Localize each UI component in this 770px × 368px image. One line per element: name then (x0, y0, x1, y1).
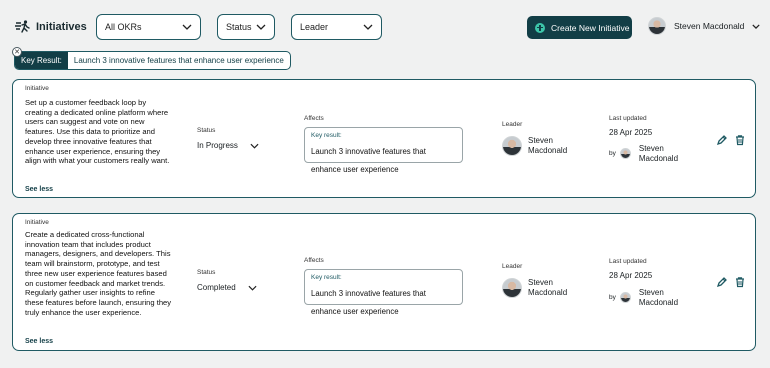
leader-avatar (502, 136, 522, 156)
initiative-label: Initiative (25, 219, 49, 226)
updated-by-last-name: Macdonald (638, 153, 679, 163)
see-less-link[interactable]: See less (25, 338, 53, 345)
okr-filter-value: All OKRs (105, 22, 142, 32)
leader-name: Steven Macdonald (528, 278, 567, 297)
initiative-card: Initiative Set up a customer feedback lo… (12, 79, 756, 198)
delete-trash-icon[interactable] (734, 134, 746, 146)
affects-label: Affects (304, 115, 324, 122)
initiative-description: Set up a customer feedback loop by creat… (25, 98, 170, 166)
status-label: Status (197, 127, 216, 134)
runner-logo-icon (15, 20, 30, 33)
leader-name: Steven Macdonald (528, 136, 567, 155)
user-avatar (648, 17, 666, 35)
filter-chip-value: Launch 3 innovative features that enhanc… (73, 56, 284, 65)
delete-trash-icon[interactable] (734, 276, 746, 288)
key-result-label: Key result: (311, 274, 342, 281)
by-label: by (609, 294, 616, 302)
status-dropdown[interactable]: Completed (197, 283, 257, 292)
updated-by-name: Steven Macdonald (639, 288, 678, 307)
user-name: Steven Macdonald (674, 21, 745, 31)
status-filter-value: Status (226, 22, 252, 32)
leader-last-name: Macdonald (528, 288, 568, 297)
chevron-down-icon (182, 24, 192, 30)
by-label: by (609, 150, 616, 158)
create-initiative-button[interactable]: Create New Initiative (527, 16, 632, 39)
plus-icon (535, 22, 545, 33)
chevron-down-icon (256, 24, 266, 30)
status-value: In Progress (197, 141, 238, 150)
updated-by-first-name: Steven (638, 288, 664, 297)
chevron-down-icon (248, 285, 257, 291)
create-initiative-label: Create New Initiative (551, 22, 630, 33)
last-updated-date: 28 Apr 2025 (609, 128, 653, 137)
updated-by-first-name: Steven (638, 144, 664, 153)
filter-chip-label: Key Result: (15, 52, 68, 69)
last-updated-date: 28 Apr 2025 (609, 271, 653, 280)
leader-info: Steven Macdonald (502, 136, 567, 156)
page-header: Initiatives (14, 20, 87, 34)
okr-filter-dropdown[interactable]: All OKRs (96, 14, 201, 40)
affects-label: Affects (304, 257, 324, 264)
leader-avatar (502, 278, 522, 298)
key-result-label: Key result: (311, 132, 342, 139)
status-dropdown[interactable]: In Progress (197, 141, 259, 150)
status-value: Completed (197, 283, 236, 292)
key-result-value: Launch 3 innovative features that enhanc… (311, 147, 426, 174)
updated-by: by Steven Macdonald (609, 144, 678, 163)
chevron-down-icon (363, 24, 373, 30)
updated-by: by Steven Macdonald (609, 288, 678, 307)
initiative-label: Initiative (25, 85, 49, 92)
initiative-card: Initiative Create a dedicated cross-func… (12, 213, 756, 351)
edit-pencil-icon[interactable] (716, 276, 728, 288)
see-less-link[interactable]: See less (25, 186, 53, 193)
leader-label: Leader (502, 263, 523, 270)
chevron-down-icon (752, 23, 761, 29)
page-title: Initiatives (36, 21, 87, 33)
leader-last-name: Macdonald (528, 146, 568, 155)
close-icon[interactable]: ✕ (12, 47, 22, 57)
user-menu[interactable]: Steven Macdonald (648, 17, 761, 35)
key-result-box: Key result: Launch 3 innovative features… (304, 269, 463, 316)
status-filter-dropdown[interactable]: Status (217, 14, 275, 40)
leader-first-name: Steven (528, 278, 553, 288)
updated-by-last-name: Macdonald (638, 297, 679, 307)
chevron-down-icon (250, 143, 259, 149)
leader-filter-dropdown[interactable]: Leader (291, 14, 382, 40)
leader-first-name: Steven (528, 136, 553, 146)
edit-pencil-icon[interactable] (716, 134, 728, 146)
last-updated-label: Last updated (609, 258, 647, 265)
active-filter-chip: ✕ Key Result: Launch 3 innovative featur… (12, 47, 291, 70)
key-result-value: Launch 3 innovative features that enhanc… (311, 289, 426, 316)
updated-by-avatar (619, 148, 631, 160)
status-label: Status (197, 269, 216, 276)
leader-filter-value: Leader (300, 22, 329, 32)
updated-by-name: Steven Macdonald (639, 144, 678, 163)
leader-info: Steven Macdonald (502, 278, 567, 298)
leader-label: Leader (502, 121, 523, 128)
key-result-box: Key result: Launch 3 innovative features… (304, 127, 463, 174)
updated-by-avatar (619, 292, 631, 304)
last-updated-label: Last updated (609, 115, 647, 122)
initiative-description: Create a dedicated cross-functional inno… (25, 230, 172, 317)
